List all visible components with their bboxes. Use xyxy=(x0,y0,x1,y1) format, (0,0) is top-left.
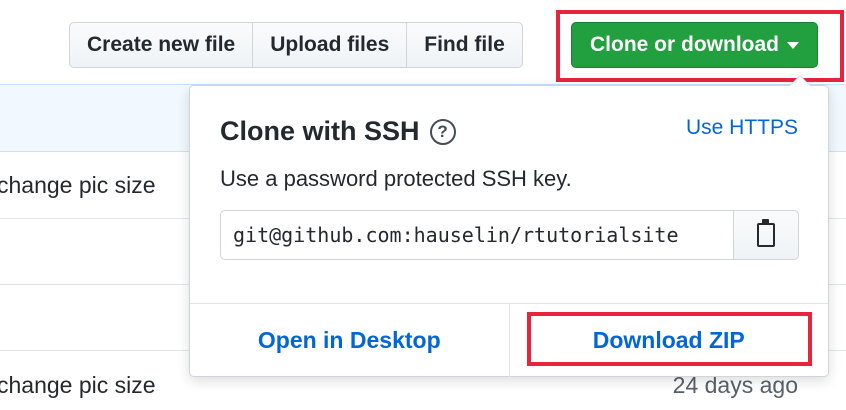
open-in-desktop-link[interactable]: Open in Desktop xyxy=(190,304,509,377)
question-icon[interactable]: ? xyxy=(429,118,456,145)
commit-message-2[interactable]: change pic size xyxy=(0,372,156,399)
clone-title-text: Clone with SSH xyxy=(220,116,420,146)
use-https-link[interactable]: Use HTTPS xyxy=(686,116,798,140)
copy-url-button[interactable] xyxy=(733,210,799,260)
clone-url-input[interactable]: git@github.com:hauselin/rtutorialsite xyxy=(220,210,734,260)
file-actions-group: Create new file Upload files Find file xyxy=(69,22,523,68)
highlight-download-zip xyxy=(527,312,812,366)
clone-description: Use a password protected SSH key. xyxy=(220,166,572,191)
clipboard-icon xyxy=(757,219,775,247)
create-new-file-button[interactable]: Create new file xyxy=(69,22,254,68)
upload-files-button[interactable]: Upload files xyxy=(253,22,408,68)
clone-title: Clone with SSH ? xyxy=(220,116,456,147)
find-file-button[interactable]: Find file xyxy=(407,22,523,68)
commit-message-1[interactable]: change pic size xyxy=(0,172,156,199)
dropdown-pointer-inner xyxy=(790,76,810,86)
highlight-clone-button xyxy=(556,10,844,82)
